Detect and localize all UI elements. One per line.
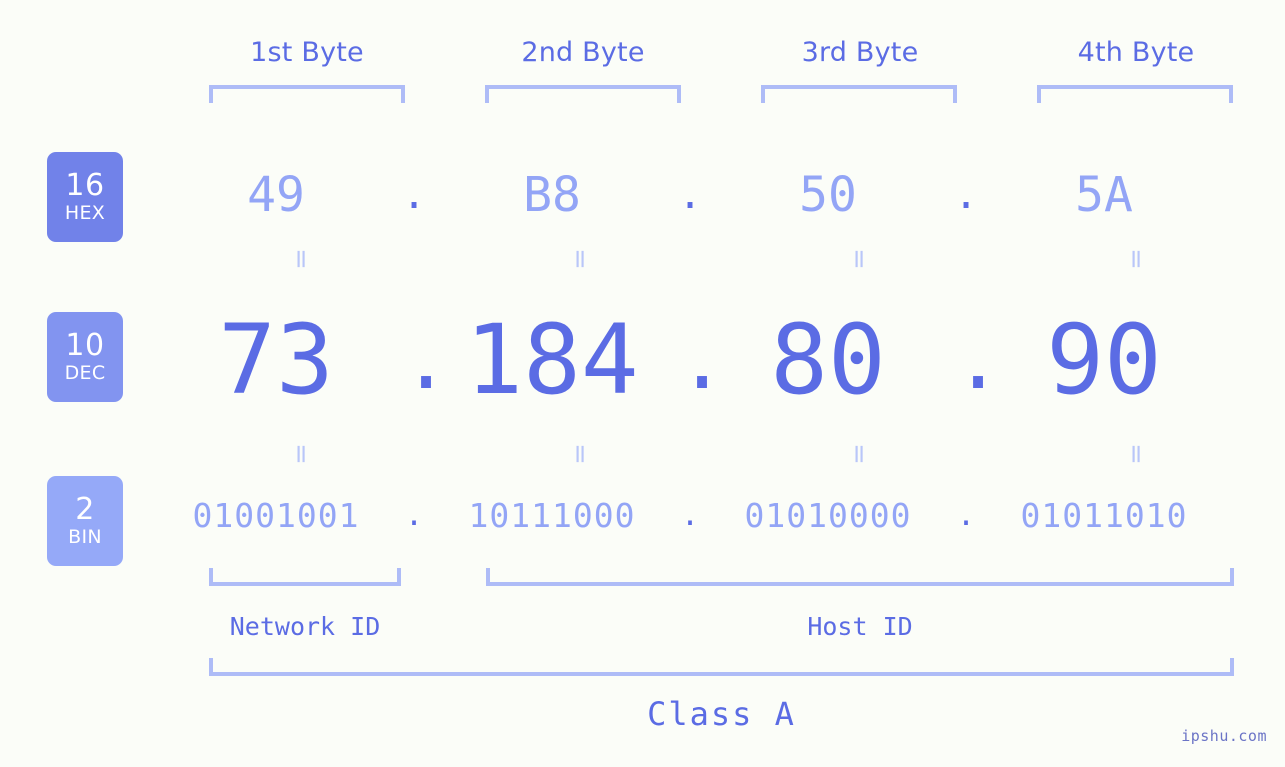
decimal-octet-2: 184 <box>465 304 639 416</box>
binary-octet-3: 01010000 <box>744 495 912 535</box>
byte-header-4: 4th Byte <box>1077 37 1195 68</box>
base-badge-hex: 16 HEX <box>47 152 123 242</box>
equals-mark-hex-dec-4: = <box>1121 248 1151 270</box>
network-id-bracket <box>209 568 401 586</box>
hex-separator-1: . <box>402 172 427 218</box>
byte-header-1: 1st Byte <box>250 37 364 68</box>
hex-separator-2: . <box>678 172 703 218</box>
site-watermark: ipshu.com <box>1181 727 1267 745</box>
base-badge-dec-number: 10 <box>65 328 105 363</box>
base-badge-bin-label: BIN <box>68 526 102 548</box>
base-badge-bin: 2 BIN <box>47 476 123 566</box>
host-id-bracket <box>486 568 1234 586</box>
hex-octet-4: 5A <box>1075 167 1133 223</box>
host-id-label: Host ID <box>807 612 913 641</box>
decimal-separator-3: . <box>954 313 1003 407</box>
class-bracket <box>209 658 1234 676</box>
hex-separator-3: . <box>954 172 979 218</box>
byte-bracket-2 <box>485 85 681 103</box>
byte-bracket-4 <box>1037 85 1233 103</box>
decimal-octet-3: 80 <box>770 304 886 416</box>
hex-octet-1: 49 <box>247 167 305 223</box>
binary-separator-2: . <box>680 497 700 533</box>
equals-mark-dec-bin-3: = <box>844 443 874 465</box>
base-badge-dec: 10 DEC <box>47 312 123 402</box>
base-badge-hex-label: HEX <box>64 202 106 224</box>
network-id-label: Network ID <box>229 612 381 641</box>
binary-octet-4: 01011010 <box>1020 495 1188 535</box>
base-badge-dec-label: DEC <box>64 362 106 384</box>
binary-separator-1: . <box>404 497 424 533</box>
byte-header-3: 3rd Byte <box>801 37 919 68</box>
binary-octet-1: 01001001 <box>192 495 360 535</box>
base-badge-bin-number: 2 <box>75 492 95 527</box>
equals-mark-hex-dec-1: = <box>286 248 316 270</box>
decimal-octet-4: 90 <box>1046 304 1162 416</box>
equals-mark-dec-bin-4: = <box>1121 443 1151 465</box>
decimal-octet-1: 73 <box>218 304 334 416</box>
binary-octet-2: 10111000 <box>468 495 636 535</box>
hex-octet-2: B8 <box>523 167 581 223</box>
decimal-value-row: 73 . 184 . 80 . 90 <box>150 300 1285 420</box>
hex-value-row: 49 . B8 . 50 . 5A <box>150 150 1285 240</box>
byte-bracket-1 <box>209 85 405 103</box>
base-badge-hex-number: 16 <box>65 168 105 203</box>
diagram-canvas: 1st Byte 2nd Byte 3rd Byte 4th Byte 16 H… <box>0 0 1285 767</box>
binary-separator-3: . <box>956 497 976 533</box>
class-label: Class A <box>647 695 796 733</box>
byte-bracket-3 <box>761 85 957 103</box>
hex-octet-3: 50 <box>799 167 857 223</box>
equals-mark-dec-bin-2: = <box>565 443 595 465</box>
decimal-separator-1: . <box>402 313 451 407</box>
binary-value-row: 01001001 . 10111000 . 01010000 . 0101101… <box>150 487 1285 543</box>
byte-header-2: 2nd Byte <box>521 37 645 68</box>
decimal-separator-2: . <box>678 313 727 407</box>
equals-mark-hex-dec-3: = <box>844 248 874 270</box>
equals-mark-dec-bin-1: = <box>286 443 316 465</box>
equals-mark-hex-dec-2: = <box>565 248 595 270</box>
